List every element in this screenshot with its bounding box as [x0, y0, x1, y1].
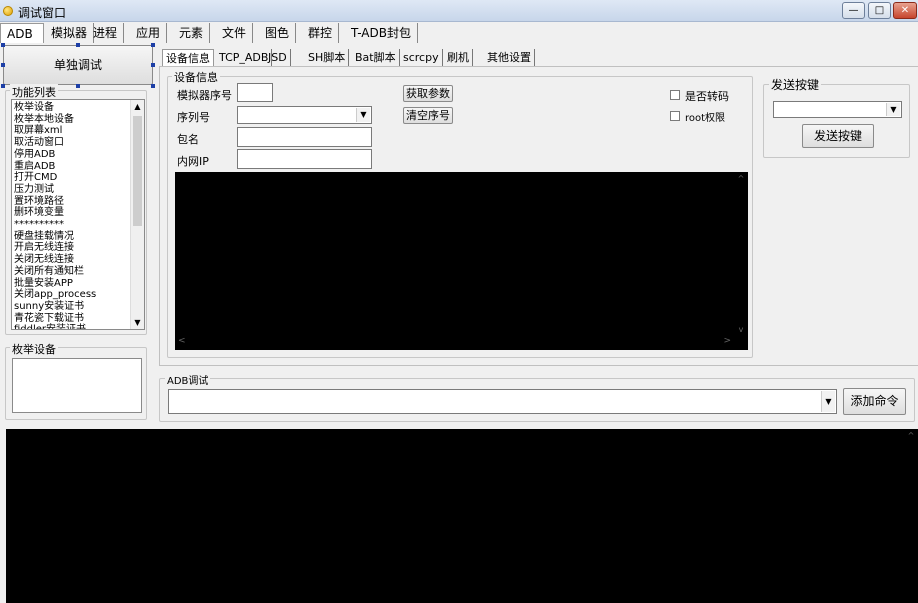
list-item[interactable]: 开启无线连接 — [12, 242, 144, 254]
send-key-title: 发送按键 — [769, 76, 822, 93]
tab-app[interactable]: 应用 — [130, 23, 168, 43]
list-item[interactable]: 取活动窗口 — [12, 137, 144, 149]
emulator-index-label: 模拟器序号 — [177, 89, 232, 102]
tab-file[interactable]: 文件 — [216, 23, 254, 43]
device-output-console[interactable]: ^ v < > — [175, 172, 748, 350]
list-item[interactable]: 青花瓷下载证书 — [12, 313, 144, 325]
subtab-flash[interactable]: 刷机 — [444, 49, 473, 67]
console-vscroll[interactable]: ^ v — [734, 172, 748, 336]
title-bar[interactable]: 调试窗口 — □ ✕ — [0, 0, 918, 22]
selection-handle[interactable] — [1, 63, 5, 67]
top-tab-bar: ADB 模拟器 进程 应用 元素 文件 图色 群控 T-ADB封包 — [0, 23, 918, 43]
sub-tab-bar: 设备信息 TCP_ADB JSD SH脚本 Bat脚本 scrcpy 刷机 其他… — [162, 49, 762, 67]
scrollbar-thumb[interactable] — [133, 116, 142, 226]
chevron-up-icon[interactable]: ^ — [734, 174, 748, 183]
serial-label: 序列号 — [177, 111, 210, 124]
adb-output-console[interactable]: ^ — [6, 429, 918, 603]
subtab-sh-script[interactable]: SH脚本 — [305, 49, 350, 67]
clear-serial-button[interactable]: 清空序号 — [403, 107, 453, 124]
get-params-button[interactable]: 获取参数 — [403, 85, 453, 102]
list-item[interactable]: 枚举本地设备 — [12, 114, 144, 126]
list-item[interactable]: 批量安装APP — [12, 278, 144, 290]
tab-t-adb-packet[interactable]: T-ADB封包 — [345, 23, 418, 43]
root-label: root权限 — [685, 113, 726, 124]
subtab-scrcpy[interactable]: scrcpy — [400, 49, 443, 67]
chevron-down-icon[interactable]: ▼ — [821, 391, 835, 412]
tab-group-control[interactable]: 群控 — [302, 23, 340, 43]
selection-handle[interactable] — [76, 43, 80, 47]
list-item[interactable]: 置环境路径 — [12, 196, 144, 208]
chevron-down-icon[interactable]: ▼ — [356, 108, 370, 122]
list-item[interactable]: 压力测试 — [12, 184, 144, 196]
list-item[interactable]: 关闭所有通知栏 — [12, 266, 144, 278]
close-button[interactable]: ✕ — [893, 2, 917, 19]
tab-image-color[interactable]: 图色 — [259, 23, 297, 43]
transcode-label: 是否转码 — [685, 90, 729, 103]
subtab-other-settings[interactable]: 其他设置 — [484, 49, 535, 67]
enum-devices-title: 枚举设备 — [10, 341, 58, 357]
send-key-combo[interactable]: ▼ — [773, 101, 902, 118]
function-list-title: 功能列表 — [10, 84, 58, 100]
list-item[interactable]: 停用ADB — [12, 149, 144, 161]
enum-devices-list[interactable] — [12, 358, 142, 413]
chevron-up-icon[interactable]: ^ — [904, 431, 918, 440]
device-info-title: 设备信息 — [172, 69, 220, 85]
window-title: 调试窗口 — [18, 6, 67, 20]
send-key-button[interactable]: 发送按键 — [802, 124, 874, 148]
adb-debug-title: ADB调试 — [165, 372, 211, 387]
list-item[interactable]: 关闭无线连接 — [12, 254, 144, 266]
serial-combo[interactable]: ▼ — [237, 106, 372, 124]
list-item[interactable]: ********** — [12, 219, 144, 231]
list-item[interactable]: 重启ADB — [12, 161, 144, 173]
chevron-left-icon[interactable]: < — [178, 336, 186, 346]
selection-handle[interactable] — [151, 84, 155, 88]
tab-process[interactable]: 进程 — [87, 23, 125, 43]
list-item[interactable]: sunny安装证书 — [12, 301, 144, 313]
chevron-down-icon[interactable]: ▼ — [131, 318, 144, 327]
selection-handle[interactable] — [1, 43, 5, 47]
chevron-up-icon[interactable]: ▲ — [131, 102, 144, 111]
list-item[interactable]: fiddler安装证书 — [12, 324, 144, 329]
maximize-button[interactable]: □ — [868, 2, 891, 19]
chevron-down-icon[interactable]: ▼ — [886, 103, 900, 116]
chevron-down-icon[interactable]: v — [734, 325, 748, 334]
chevron-right-icon[interactable]: > — [723, 336, 731, 346]
list-item[interactable]: 删环境变量 — [12, 207, 144, 219]
selection-handle[interactable] — [151, 43, 155, 47]
list-item[interactable]: 打开CMD — [12, 172, 144, 184]
selection-handle[interactable] — [1, 84, 5, 88]
subtab-jsd[interactable]: JSD — [265, 49, 291, 67]
package-input[interactable] — [237, 127, 372, 147]
tab-adb[interactable]: ADB — [0, 23, 44, 43]
package-label: 包名 — [177, 133, 199, 146]
bottom-console-vscroll[interactable]: ^ — [904, 429, 918, 603]
single-debug-button[interactable]: 单独调试 — [3, 45, 153, 85]
add-command-button[interactable]: 添加命令 — [843, 388, 906, 415]
subtab-tcp-adb[interactable]: TCP_ADB — [216, 49, 273, 67]
subtab-bat-script[interactable]: Bat脚本 — [352, 49, 400, 67]
transcode-checkbox[interactable] — [670, 90, 680, 100]
function-list-scrollbar[interactable]: ▲ ▼ — [130, 100, 144, 329]
subtab-device-info[interactable]: 设备信息 — [162, 49, 214, 67]
selection-handle[interactable] — [76, 84, 80, 88]
console-hscroll[interactable]: < > — [175, 336, 734, 350]
lan-ip-input[interactable] — [237, 149, 372, 169]
list-item[interactable]: 硬盘挂载情况 — [12, 231, 144, 243]
selection-handle[interactable] — [151, 63, 155, 67]
emulator-index-input[interactable] — [237, 83, 273, 102]
list-item[interactable]: 取屏幕xml — [12, 125, 144, 137]
list-item[interactable]: 关闭app_process — [12, 289, 144, 301]
list-item[interactable]: 枚举设备 — [12, 102, 144, 114]
app-icon — [3, 6, 13, 16]
function-list[interactable]: 枚举设备 枚举本地设备 取屏幕xml 取活动窗口 停用ADB 重启ADB 打开CMD 压力测试… — [11, 99, 145, 330]
root-checkbox[interactable] — [670, 111, 680, 121]
tab-element[interactable]: 元素 — [173, 23, 211, 43]
minimize-button[interactable]: — — [842, 2, 865, 19]
lan-ip-label: 内网IP — [177, 155, 209, 168]
adb-command-combo[interactable]: ▼ — [168, 389, 837, 414]
